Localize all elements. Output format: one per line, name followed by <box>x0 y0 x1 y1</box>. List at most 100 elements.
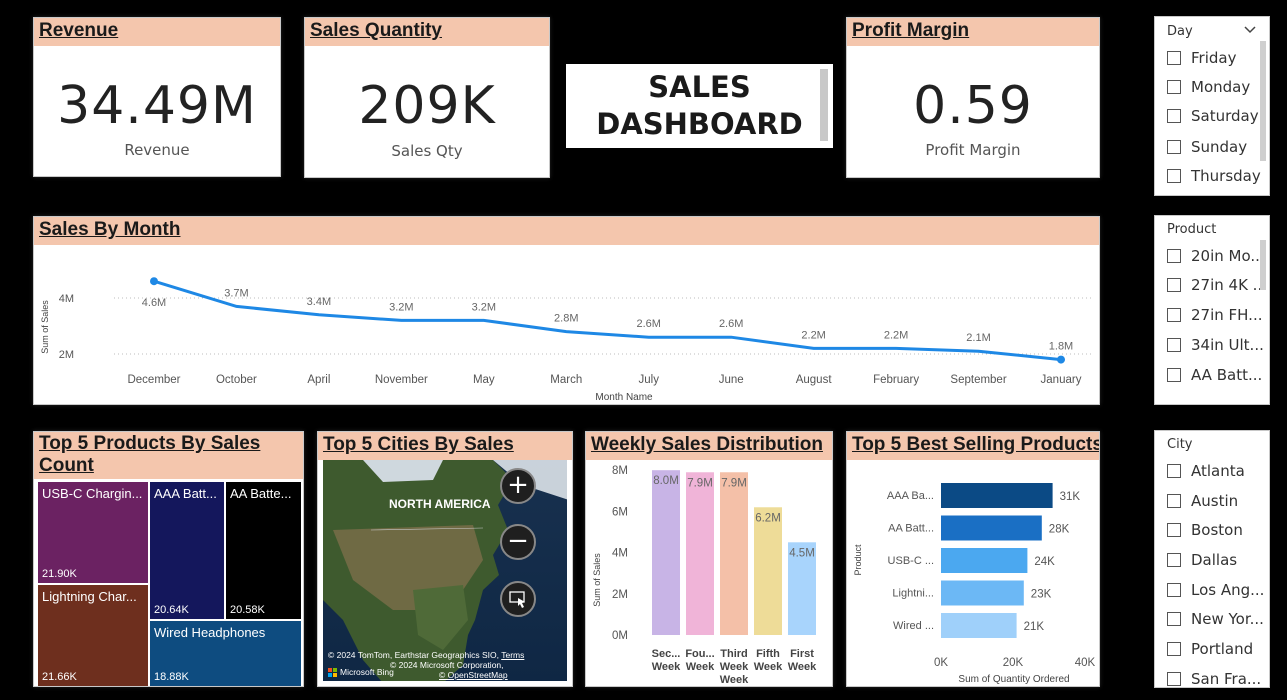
city-slicer-item[interactable]: Dallas <box>1167 548 1237 572</box>
map[interactable]: NORTH AMERICA + − © 2024 TomTom, Earthst… <box>323 460 567 681</box>
checkbox[interactable] <box>1167 169 1181 183</box>
top-cities-map-card: Top 5 Cities By Sales NORTH AMERICA + − … <box>317 431 573 687</box>
dashboard-title-scrollbar[interactable] <box>820 69 828 141</box>
y-tick-label: Lightni... <box>892 588 934 600</box>
zoom-out-button[interactable]: − <box>500 524 536 560</box>
checkbox[interactable] <box>1167 109 1181 123</box>
select-area-button[interactable] <box>500 581 536 617</box>
city-slicer-item[interactable]: Los Ang... <box>1167 578 1264 602</box>
map-credit-line1: © 2024 TomTom, Earthstar Geographics SIO… <box>328 650 499 660</box>
city-slicer-item[interactable]: Austin <box>1167 489 1238 513</box>
best-selling-title: Top 5 Best Selling Products <box>847 432 1099 460</box>
checkbox[interactable] <box>1167 583 1181 597</box>
product-slicer-item[interactable]: 27in FH... <box>1167 303 1262 327</box>
data-label: 21K <box>1024 621 1045 633</box>
x-tick-label: May <box>473 374 495 386</box>
profit-margin-card-title: Profit Margin <box>847 18 1099 46</box>
product-slicer[interactable]: Product 20in Mo... 27in 4K ... 27in FH..… <box>1154 215 1270 405</box>
checkbox[interactable] <box>1167 523 1181 537</box>
product-slicer-item[interactable]: AA Batt... <box>1167 363 1262 387</box>
city-slicer-item-label: Dallas <box>1191 551 1238 569</box>
day-slicer-item[interactable]: Monday <box>1167 75 1250 99</box>
day-slicer-item[interactable]: Thursday <box>1167 164 1261 188</box>
x-tick-label: First <box>790 648 814 660</box>
city-slicer-item[interactable]: Atlanta <box>1167 459 1245 483</box>
checkbox[interactable] <box>1167 278 1181 292</box>
bing-label: Microsoft Bing <box>340 667 394 677</box>
y-tick-label: 8M <box>612 465 628 477</box>
chevron-down-icon[interactable] <box>1243 25 1257 35</box>
data-point <box>1057 355 1065 364</box>
data-label: 3.2M <box>472 301 496 313</box>
data-label: 1.8M <box>1049 341 1073 353</box>
city-slicer-item[interactable]: New Yor... <box>1167 607 1264 631</box>
sales-qty-value: 209K <box>358 76 496 136</box>
checkbox[interactable] <box>1167 494 1181 508</box>
revenue-card: Revenue 34.49M Revenue <box>33 17 281 177</box>
city-slicer-item[interactable]: Portland <box>1167 637 1253 661</box>
checkbox[interactable] <box>1167 553 1181 567</box>
product-slicer-item[interactable]: 20in Mo... <box>1167 244 1265 268</box>
product-slicer-item[interactable]: 27in 4K ... <box>1167 273 1267 297</box>
y-tick-label: USB-C ... <box>888 555 934 567</box>
day-slicer[interactable]: Day Friday Monday Saturday Sunday Thursd… <box>1154 16 1270 196</box>
day-slicer-scrollbar[interactable] <box>1260 41 1266 161</box>
checkbox[interactable] <box>1167 642 1181 656</box>
checkbox[interactable] <box>1167 80 1181 94</box>
day-slicer-item[interactable]: Sunday <box>1167 135 1247 159</box>
checkbox[interactable] <box>1167 308 1181 322</box>
day-slicer-item[interactable]: Saturday <box>1167 104 1259 128</box>
checkbox[interactable] <box>1167 464 1181 478</box>
x-tick-label: 20K <box>1003 657 1024 669</box>
sales-qty-label: Sales Qty <box>391 142 463 160</box>
treemap-cell[interactable]: AA Batte... 20.58K <box>226 482 301 619</box>
city-slicer-item[interactable]: San Fra... <box>1167 667 1262 688</box>
data-label: 2.6M <box>636 318 660 330</box>
map-terms-link[interactable]: Terms <box>501 650 524 660</box>
data-label: 2.6M <box>719 318 743 330</box>
data-label: 4.6M <box>142 297 166 309</box>
checkbox[interactable] <box>1167 249 1181 263</box>
treemap-cell[interactable]: AAA Batt... 20.64K <box>150 482 224 619</box>
city-slicer-item-label: Austin <box>1191 492 1239 510</box>
data-label: 23K <box>1031 589 1052 601</box>
bar <box>720 472 748 635</box>
x-axis-label: Month Name <box>595 392 653 403</box>
day-slicer-item[interactable]: Friday <box>1167 46 1236 70</box>
x-tick-label: April <box>307 374 330 386</box>
selection-icon <box>509 591 525 608</box>
city-slicer-item[interactable]: Boston <box>1167 518 1243 542</box>
microsoft-logo-icon <box>328 667 337 677</box>
bing-logo: Microsoft Bing <box>328 667 394 677</box>
checkbox[interactable] <box>1167 338 1181 352</box>
checkbox[interactable] <box>1167 672 1181 686</box>
bar <box>652 470 680 635</box>
data-label: 31K <box>1060 491 1081 503</box>
product-slicer-item[interactable]: 34in Ult... <box>1167 333 1264 357</box>
checkbox[interactable] <box>1167 612 1181 626</box>
x-tick-label: January <box>1041 374 1082 386</box>
x-tick-label: Week <box>754 661 783 673</box>
sales-qty-card-title: Sales Quantity <box>305 18 549 46</box>
product-slicer-item-label: 27in FH... <box>1191 306 1263 324</box>
treemap-cell[interactable]: USB-C Chargin... 21.90K <box>38 482 148 583</box>
revenue-label: Revenue <box>124 141 190 159</box>
product-slicer-scrollbar[interactable] <box>1260 240 1266 290</box>
bar <box>941 548 1028 573</box>
treemap-cell[interactable]: Wired Headphones 18.88K <box>150 621 301 686</box>
data-label: 3.4M <box>307 296 331 308</box>
treemap-cell-name: AAA Batt... <box>154 486 217 501</box>
y-tick-label: Wired ... <box>893 620 934 632</box>
checkbox[interactable] <box>1167 51 1181 65</box>
x-tick-label: August <box>796 374 833 386</box>
day-slicer-header: Day <box>1167 24 1193 39</box>
product-slicer-item-label: 27in 4K ... <box>1191 276 1267 294</box>
checkbox[interactable] <box>1167 368 1181 382</box>
treemap-cell[interactable]: Lightning Char... 21.66K <box>38 585 148 686</box>
checkbox[interactable] <box>1167 140 1181 154</box>
data-label: 7.9M <box>687 477 713 489</box>
city-slicer-item-label: San Fra... <box>1191 670 1262 688</box>
zoom-in-button[interactable]: + <box>500 468 536 504</box>
city-slicer[interactable]: City Atlanta Austin Boston Dallas Los An… <box>1154 430 1270 688</box>
day-slicer-item-label: Saturday <box>1191 107 1259 125</box>
